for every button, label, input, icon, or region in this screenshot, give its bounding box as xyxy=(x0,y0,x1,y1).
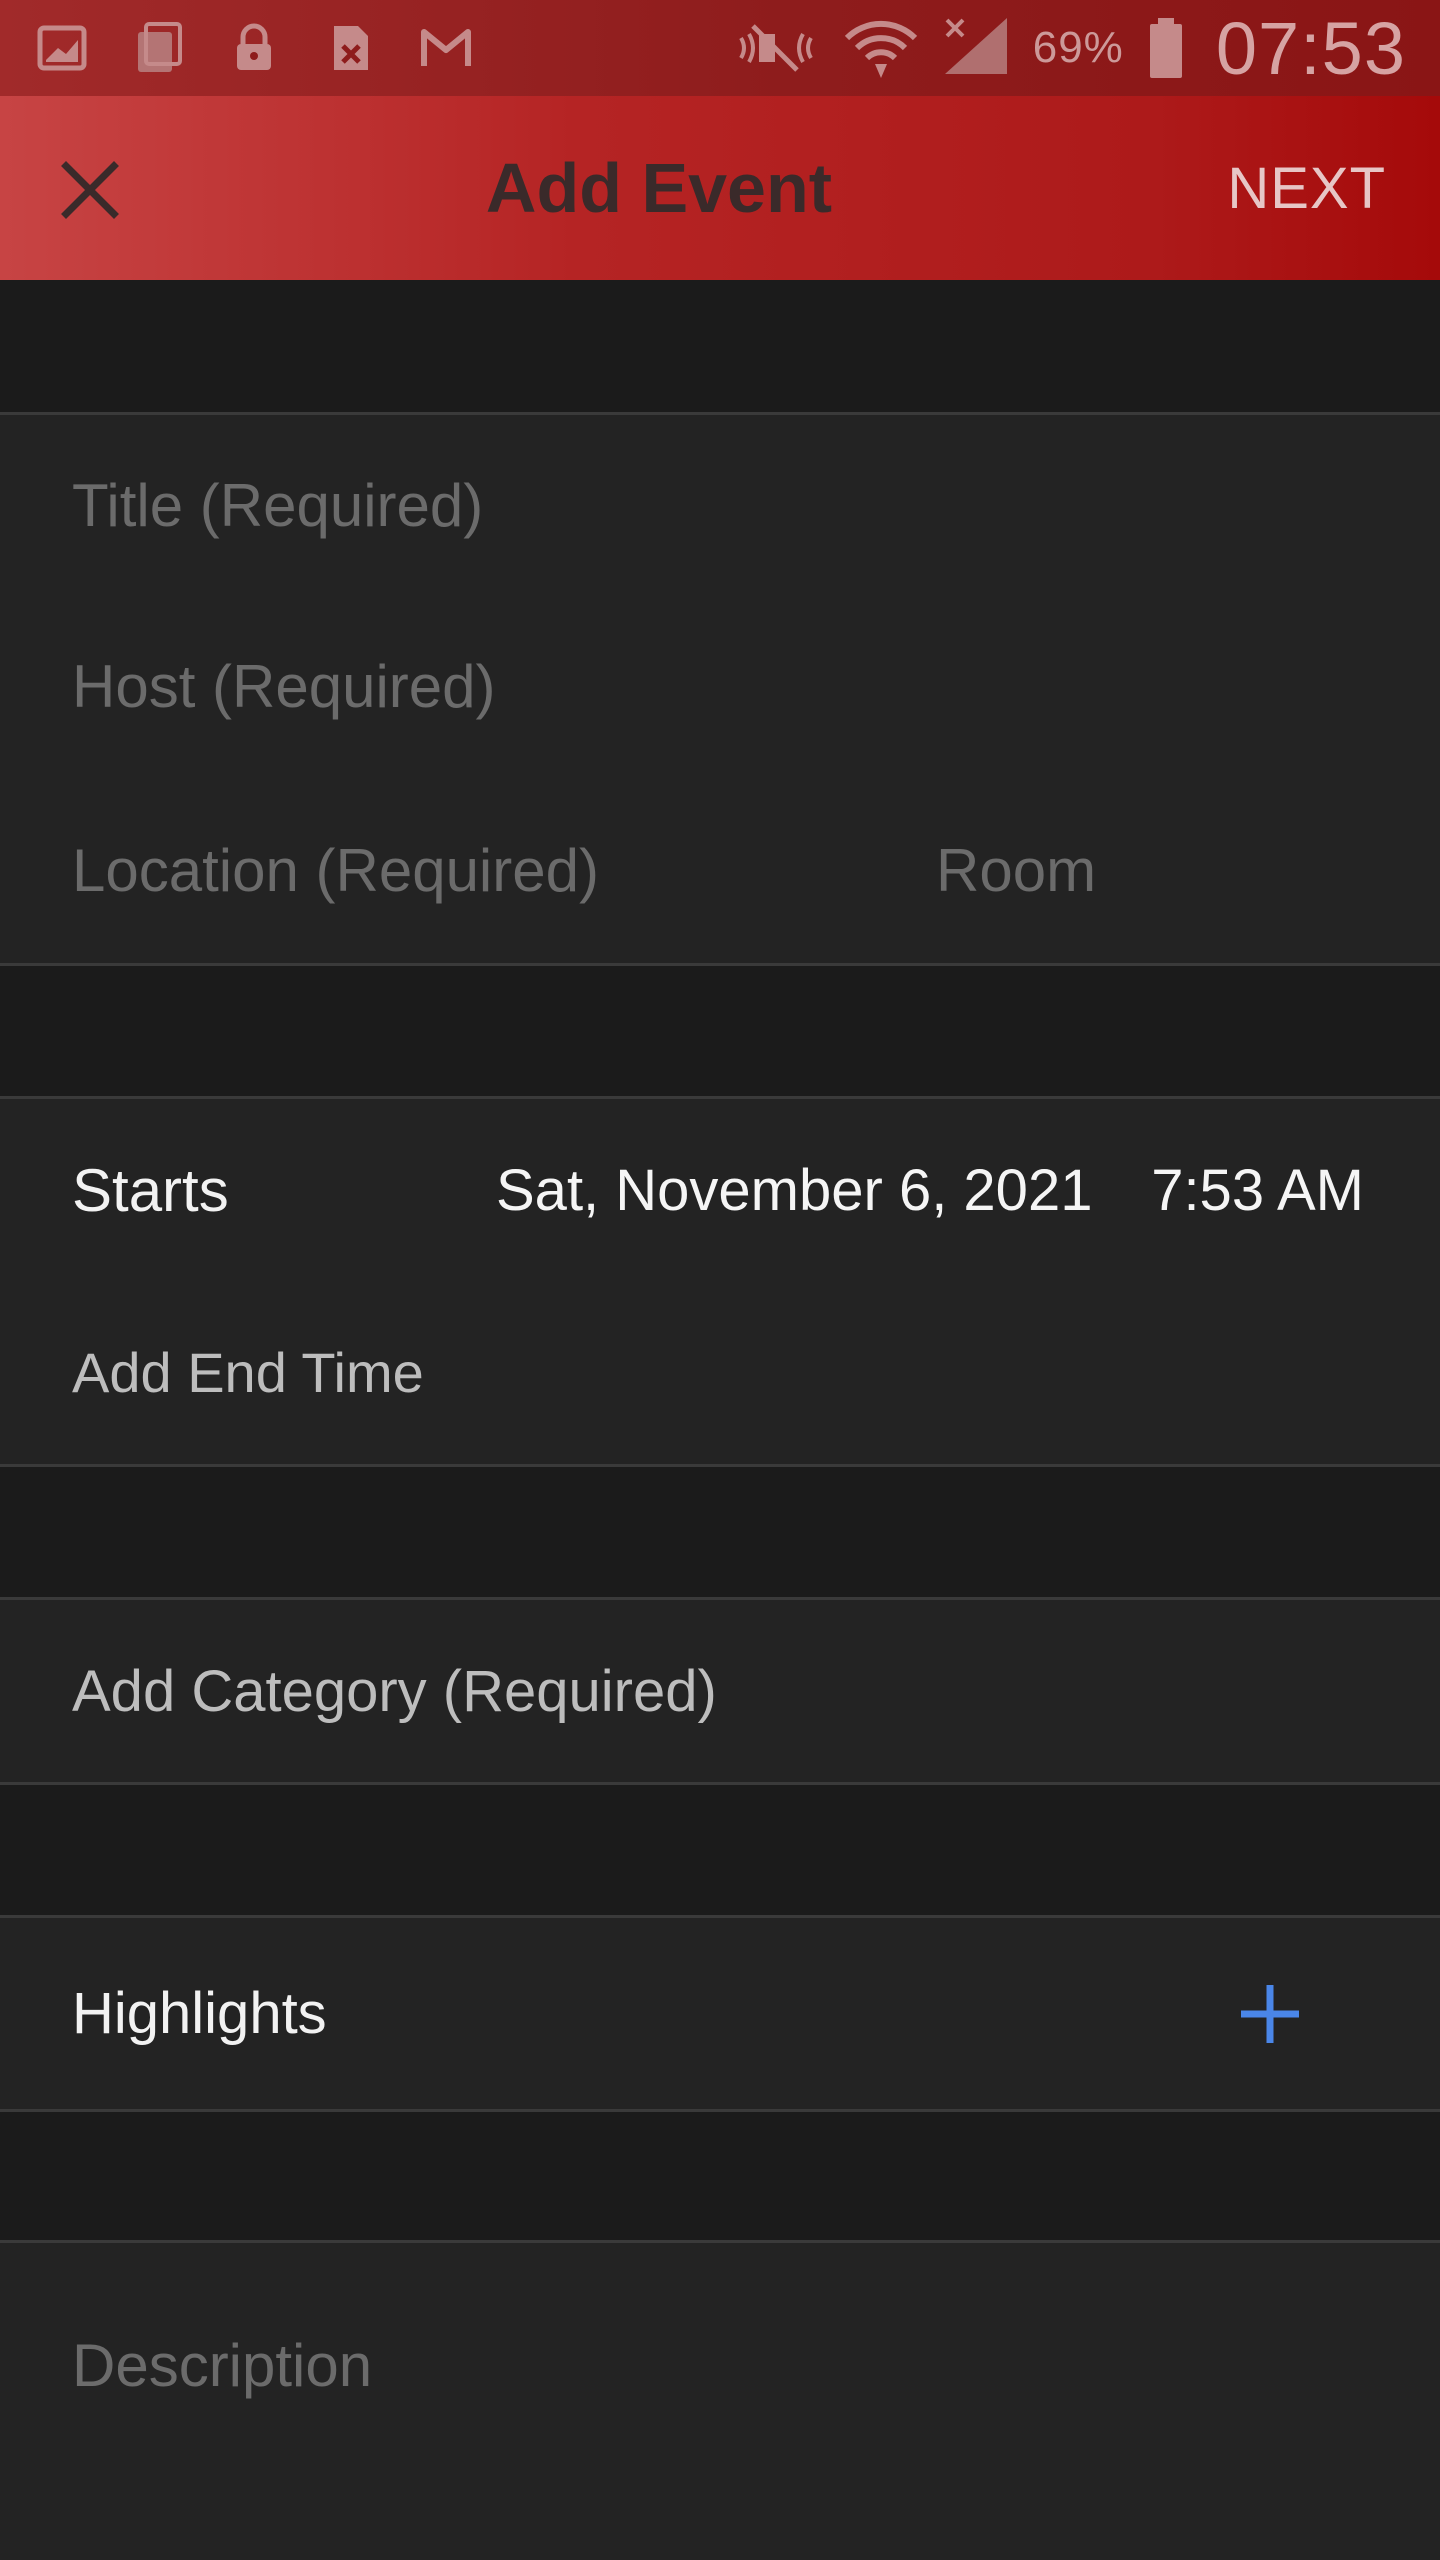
status-bar: 69% 07:53 xyxy=(0,0,1440,96)
add-category-label[interactable]: Add Category (Required) xyxy=(72,1658,717,1725)
start-date[interactable]: Sat, November 6, 2021 xyxy=(496,1157,1092,1224)
highlights-row: Highlights xyxy=(0,1915,1440,2112)
add-highlight-button[interactable] xyxy=(1230,1974,1310,2054)
mute-icon xyxy=(731,20,821,76)
section-gap xyxy=(0,1785,1440,1915)
start-time[interactable]: 7:53 AM xyxy=(1151,1157,1364,1224)
page-title: Add Event xyxy=(485,149,833,227)
clock: 07:53 xyxy=(1215,6,1406,90)
starts-label: Starts xyxy=(72,1156,229,1224)
add-end-time-label[interactable]: Add End Time xyxy=(72,1340,424,1405)
battery-percent: 69% xyxy=(1032,23,1124,72)
description-field[interactable]: Description xyxy=(0,2240,1440,2560)
app-bar: Add Event NEXT xyxy=(0,96,1440,280)
battery-icon xyxy=(1146,18,1186,78)
title-field[interactable]: Title (Required) xyxy=(0,412,1440,598)
end-time-row[interactable]: Add End Time xyxy=(0,1281,1440,1467)
section-gap xyxy=(0,1467,1440,1597)
wifi-icon xyxy=(843,20,919,78)
host-input[interactable]: Host (Required) xyxy=(72,652,496,721)
description-input[interactable]: Description xyxy=(72,2331,372,2400)
highlights-label: Highlights xyxy=(72,1981,327,2046)
starts-row[interactable]: Starts Sat, November 6, 2021 7:53 AM xyxy=(0,1096,1440,1284)
status-bar-notifications xyxy=(0,20,474,76)
section-gap xyxy=(0,966,1440,1096)
room-input[interactable]: Room xyxy=(936,836,1096,905)
status-bar-system: 69% 07:53 xyxy=(731,0,1406,96)
title-input[interactable]: Title (Required) xyxy=(72,471,483,540)
section-gap xyxy=(0,280,1440,412)
plus-icon xyxy=(1241,1984,1299,2043)
gmail-icon xyxy=(418,20,474,76)
next-button[interactable]: NEXT xyxy=(1227,96,1386,280)
category-row[interactable]: Add Category (Required) xyxy=(0,1597,1440,1785)
host-field[interactable]: Host (Required) xyxy=(0,595,1440,781)
copy-icon xyxy=(130,20,186,76)
section-gap xyxy=(0,2112,1440,2240)
sim-x-icon xyxy=(322,20,378,76)
location-field[interactable]: Location (Required) Room xyxy=(0,778,1440,966)
location-input[interactable]: Location (Required) xyxy=(72,836,599,905)
signal-icon xyxy=(941,18,1011,76)
image-icon xyxy=(34,20,90,76)
lock-icon xyxy=(226,20,282,76)
